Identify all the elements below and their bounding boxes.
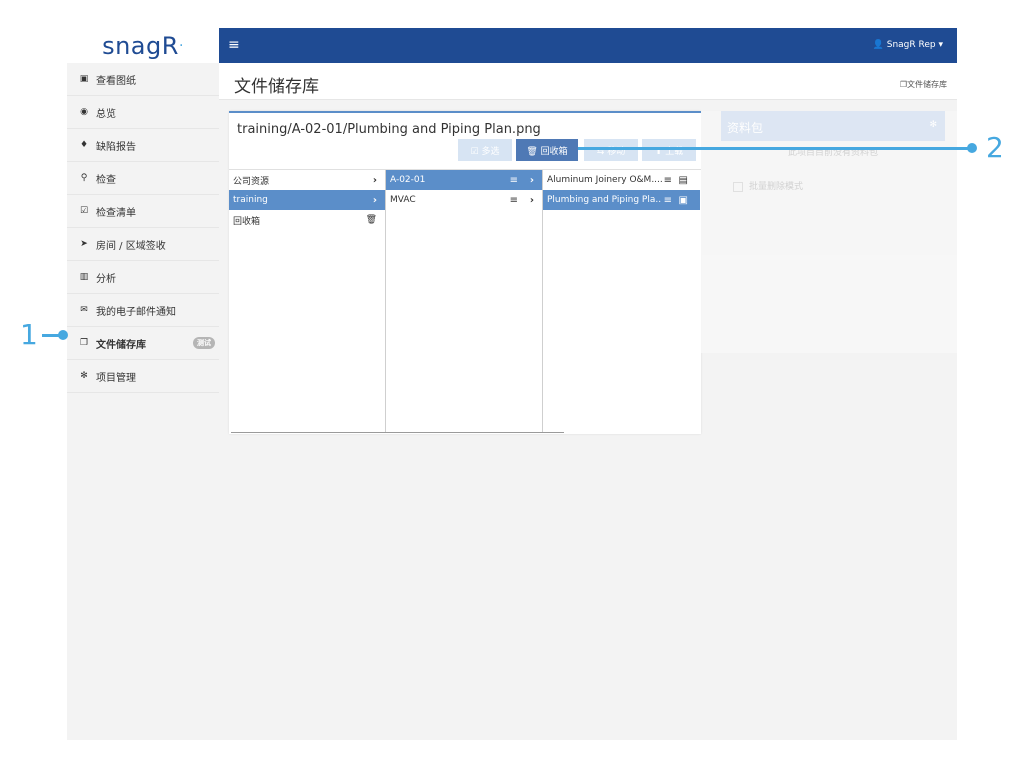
- page-header: 文件储存库 ❐文件储存库: [219, 63, 957, 100]
- sidebar-item-view-drawings[interactable]: ▣ 查看图纸: [67, 63, 219, 96]
- list-item[interactable]: training ›: [229, 190, 385, 210]
- recycle-bin-button[interactable]: 🗑 回收箱: [516, 139, 578, 161]
- page-title: 文件储存库: [234, 77, 319, 97]
- sidebar-item-analysis[interactable]: ▥ 分析: [67, 261, 219, 294]
- trash-icon: 🗑: [365, 215, 377, 225]
- hamburger-menu-icon[interactable]: ≡: [228, 38, 240, 52]
- chevron-right-icon: ›: [529, 194, 534, 206]
- bulk-delete-toggle[interactable]: 批量删除模式: [733, 179, 803, 192]
- sidebar-item-checklist[interactable]: ☑ 检查清单: [67, 195, 219, 228]
- callout-dot-1: [58, 330, 68, 340]
- breadcrumb[interactable]: ❐文件储存库: [900, 79, 947, 90]
- sidebar-item-label: 房间 / 区域签收: [96, 240, 166, 252]
- sidebar-item-file-repository[interactable]: ❐ 文件储存库 测试: [67, 327, 219, 360]
- chevron-right-icon: ›: [372, 174, 377, 186]
- horizontal-scrollbar[interactable]: [231, 432, 564, 433]
- callout-dot-2: [967, 143, 977, 153]
- menu-icon[interactable]: ≡: [664, 175, 672, 186]
- sidebar-item-label: 检查: [96, 174, 116, 186]
- sidebar-item-room-signoff[interactable]: ➤ 房间 / 区域签收: [67, 228, 219, 261]
- chevron-right-icon: ›: [529, 174, 534, 186]
- file-browser-panel: training/A-02-01/Plumbing and Piping Pla…: [229, 111, 701, 434]
- sidebar-item-label: 项目管理: [96, 372, 136, 384]
- list-item[interactable]: 公司资源 ›: [229, 170, 385, 190]
- file-column: Aluminum Joinery O&M.... ≡ ▤ Plumbing an…: [543, 170, 700, 432]
- package-panel-header: 资料包 ✻: [721, 111, 945, 141]
- multi-select-button[interactable]: ☑ 多选: [458, 139, 512, 161]
- sidebar-item-label: 缺陷报告: [96, 141, 136, 153]
- bar-chart-icon: ▥: [79, 272, 89, 282]
- envelope-icon: ✉: [80, 305, 88, 315]
- app-window: snagR · ▣ 查看图纸 ◉ 总览 ♦ 缺陷报告 ⚲ 检查 ☑ 检查清单 ➤…: [67, 28, 957, 740]
- user-label: SnagR Rep ▾: [886, 40, 943, 50]
- copy-icon: ❐: [79, 338, 89, 348]
- search-icon: ⚲: [80, 173, 88, 183]
- sidebar-item-overview[interactable]: ◉ 总览: [67, 96, 219, 129]
- list-item[interactable]: A-02-01 ≡ ›: [386, 170, 542, 190]
- sidebar-item-label: 查看图纸: [96, 75, 136, 87]
- top-navbar: ≡ 👤 SnagR Rep ▾: [219, 28, 957, 63]
- gear-icon[interactable]: ✻: [929, 120, 937, 130]
- chevron-right-icon: ›: [372, 194, 377, 206]
- checklist-icon: ☑: [79, 206, 89, 216]
- dashboard-icon: ◉: [80, 107, 88, 117]
- user-icon: 👤: [872, 40, 887, 50]
- pdf-file-icon: ▤: [678, 174, 688, 186]
- folder-column-2: A-02-01 ≡ › MVAC ≡ ›: [386, 170, 543, 432]
- sidebar-item-label: 检查清单: [96, 207, 136, 219]
- file-path: training/A-02-01/Plumbing and Piping Pla…: [237, 122, 541, 137]
- folder-column-1: 公司资源 › training › 回收箱 🗑: [229, 170, 386, 432]
- move-button[interactable]: ⇆ 移动: [584, 139, 638, 161]
- sidebar-item-label: 我的电子邮件通知: [96, 306, 176, 318]
- list-item[interactable]: 回收箱 🗑: [229, 210, 385, 230]
- logo-text: snagR: [102, 31, 179, 60]
- sidebar-item-inspection[interactable]: ⚲ 检查: [67, 162, 219, 195]
- menu-icon[interactable]: ≡: [664, 195, 672, 206]
- checkbox[interactable]: [733, 181, 743, 192]
- sidebar-item-email-notifications[interactable]: ✉ 我的电子邮件通知: [67, 294, 219, 327]
- breadcrumb-label: 文件储存库: [907, 80, 947, 89]
- callout-number-1: 1: [20, 318, 38, 351]
- list-item[interactable]: Plumbing and Piping Pla... ≡ ▣: [543, 190, 700, 210]
- image-icon: ▣: [79, 74, 89, 84]
- location-arrow-icon: ➤: [80, 239, 88, 249]
- list-item[interactable]: MVAC ≡ ›: [386, 190, 542, 210]
- list-item[interactable]: Aluminum Joinery O&M.... ≡ ▤: [543, 170, 700, 190]
- main-content: 文件储存库 ❐文件储存库 training/A-02-01/Plumbing a…: [219, 63, 957, 740]
- menu-icon[interactable]: ≡: [510, 175, 518, 186]
- user-menu[interactable]: 👤 SnagR Rep ▾: [873, 40, 943, 50]
- logo-mark: ·: [178, 37, 184, 54]
- sidebar-item-label: 分析: [96, 273, 116, 285]
- map-marker-icon: ♦: [79, 140, 89, 150]
- menu-icon[interactable]: ≡: [510, 195, 518, 206]
- callout-number-2: 2: [986, 131, 1004, 164]
- bulk-delete-label: 批量删除模式: [749, 182, 804, 192]
- sidebar-nav: ▣ 查看图纸 ◉ 总览 ♦ 缺陷报告 ⚲ 检查 ☑ 检查清单 ➤ 房间 / 区域…: [67, 63, 219, 393]
- sidebar-item-project-management[interactable]: ✻ 项目管理: [67, 360, 219, 393]
- beta-badge: 测试: [193, 337, 215, 349]
- sidebar-item-label: 总览: [96, 108, 116, 120]
- image-file-icon: ▣: [678, 194, 688, 206]
- sidebar: snagR · ▣ 查看图纸 ◉ 总览 ♦ 缺陷报告 ⚲ 检查 ☑ 检查清单 ➤…: [67, 28, 220, 740]
- column-browser: 公司资源 › training › 回收箱 🗑 A-02-01 ≡ › MVAC…: [229, 169, 701, 435]
- copy-icon: ❐: [899, 80, 907, 89]
- logo[interactable]: snagR ·: [67, 28, 219, 63]
- sidebar-item-defect-report[interactable]: ♦ 缺陷报告: [67, 129, 219, 162]
- cogs-icon: ✻: [80, 371, 88, 381]
- upload-button[interactable]: ⬆ 上载: [642, 139, 696, 161]
- callout-line-2: [578, 147, 975, 150]
- sidebar-item-label: 文件储存库: [96, 339, 146, 351]
- package-panel-title: 资料包: [727, 121, 764, 135]
